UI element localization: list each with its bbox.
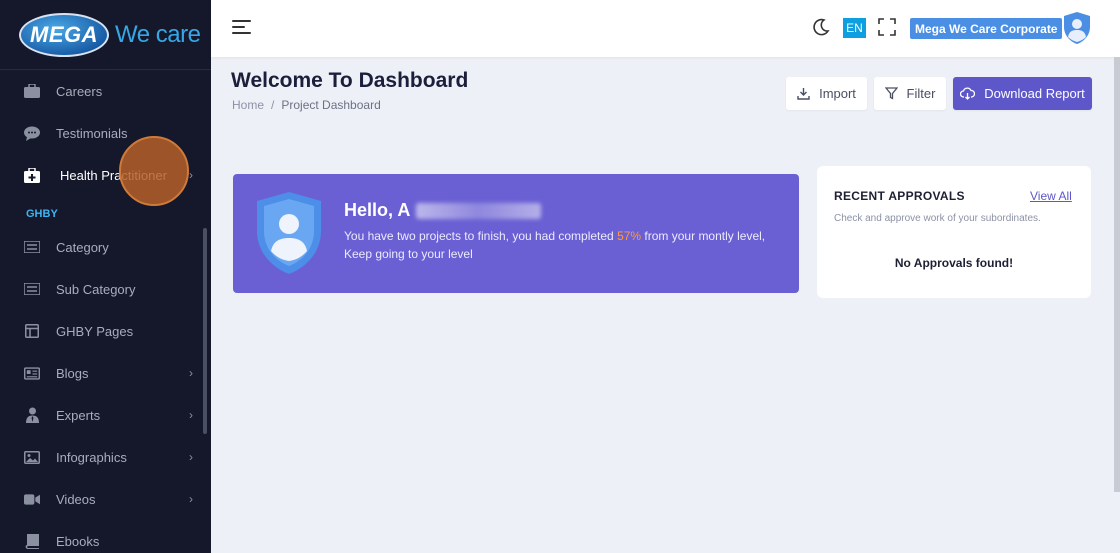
menu-toggle-icon[interactable] [232,20,251,38]
breadcrumb-separator: / [271,98,275,112]
progress-percent: 57% [617,229,642,243]
medical-kit-icon [24,167,40,183]
image-icon [24,449,40,465]
download-icon [797,88,810,100]
sidebar-item-infographics[interactable]: Infographics › [0,436,211,478]
user-tie-icon [24,407,40,423]
import-button[interactable]: Import [786,77,867,110]
approvals-empty-state: No Approvals found! [894,256,1014,270]
sidebar-section-ghby: GHBY [26,208,58,220]
list-icon [24,239,40,255]
sidebar-item-careers[interactable]: Careers [0,70,211,112]
view-all-link[interactable]: View All [1030,189,1072,203]
sidebar: MEGA We care Careers Testimonials Health… [0,0,211,553]
shield-user-icon [257,192,321,274]
sidebar-item-label: Blogs [56,365,89,381]
sidebar-item-label: Testimonials [56,125,128,141]
sidebar-item-label: Experts [56,407,101,423]
filter-button[interactable]: Filter [874,77,946,110]
sidebar-item-sub-category[interactable]: Sub Category [0,268,211,310]
sidebar-item-category[interactable]: Category [0,226,211,268]
user-name-button[interactable]: Mega We Care Corporate [910,18,1063,39]
filter-icon [884,87,898,100]
list-icon [24,281,40,297]
logo-mark: MEGA [19,12,109,57]
welcome-message: You have two projects to finish, you had… [344,227,789,263]
sidebar-item-label: Infographics [56,449,127,465]
redacted-name [416,202,542,219]
chat-icon [24,125,40,141]
book-icon [24,533,40,549]
video-icon [24,491,40,507]
sidebar-item-label: Videos [56,491,96,507]
approvals-subtitle: Check and approve work of your subordina… [834,213,1041,224]
moon-icon[interactable] [811,17,831,37]
sidebar-scrollbar[interactable] [203,228,207,434]
sidebar-item-ghby-pages[interactable]: GHBY Pages [0,310,211,352]
sidebar-item-label: Category [56,239,109,255]
page-scrollbar[interactable] [1114,57,1120,492]
briefcase-icon [24,83,40,99]
sidebar-item-experts[interactable]: Experts › [0,394,211,436]
filter-label: Filter [906,86,936,101]
chevron-right-icon: › [189,168,193,182]
approvals-title: RECENT APPROVALS [834,189,965,203]
chevron-right-icon: › [189,408,193,422]
sidebar-item-ebooks[interactable]: Ebooks [0,520,211,553]
breadcrumb: Home / Project Dashboard [232,98,381,112]
import-label: Import [819,86,856,101]
topbar: EN Mega We Care Corporate [211,0,1120,57]
download-report-button[interactable]: Download Report [953,77,1092,110]
chevron-right-icon: › [189,366,193,380]
greeting-text: Hello, A [344,200,411,220]
sidebar-item-label: Sub Category [56,281,136,297]
sidebar-item-blogs[interactable]: Blogs › [0,352,211,394]
message-text: You have two projects to finish, you had… [344,229,618,243]
sidebar-item-label: Health Practitioner [60,167,167,183]
breadcrumb-current: Project Dashboard [281,98,381,112]
chevron-right-icon: › [189,450,193,464]
download-report-label: Download Report [984,86,1085,101]
brand-logo[interactable]: MEGA We care [0,0,211,70]
avatar-icon[interactable] [1062,11,1092,45]
sidebar-nav: Careers Testimonials Health Practitioner… [0,70,211,553]
sidebar-item-label: GHBY Pages [56,323,134,339]
language-button[interactable]: EN [843,18,866,38]
welcome-card: Hello, A You have two projects to finish… [233,174,799,293]
breadcrumb-home[interactable]: Home [232,98,264,112]
fullscreen-icon[interactable] [878,18,896,36]
newspaper-icon [24,365,40,381]
sidebar-item-health-practitioner[interactable]: Health Practitioner › [0,154,211,196]
cloud-download-icon [960,87,976,100]
page-title: Welcome To Dashboard [231,69,469,92]
logo-tagline: We care [115,20,201,48]
recent-approvals-card: RECENT APPROVALS View All Check and appr… [817,166,1091,298]
chevron-right-icon: › [189,492,193,506]
layout-icon [24,323,40,339]
sidebar-item-testimonials[interactable]: Testimonials [0,112,211,154]
greeting: Hello, A [344,200,542,221]
sidebar-item-label: Careers [56,83,103,99]
sidebar-item-videos[interactable]: Videos › [0,478,211,520]
sidebar-item-label: Ebooks [56,533,100,549]
